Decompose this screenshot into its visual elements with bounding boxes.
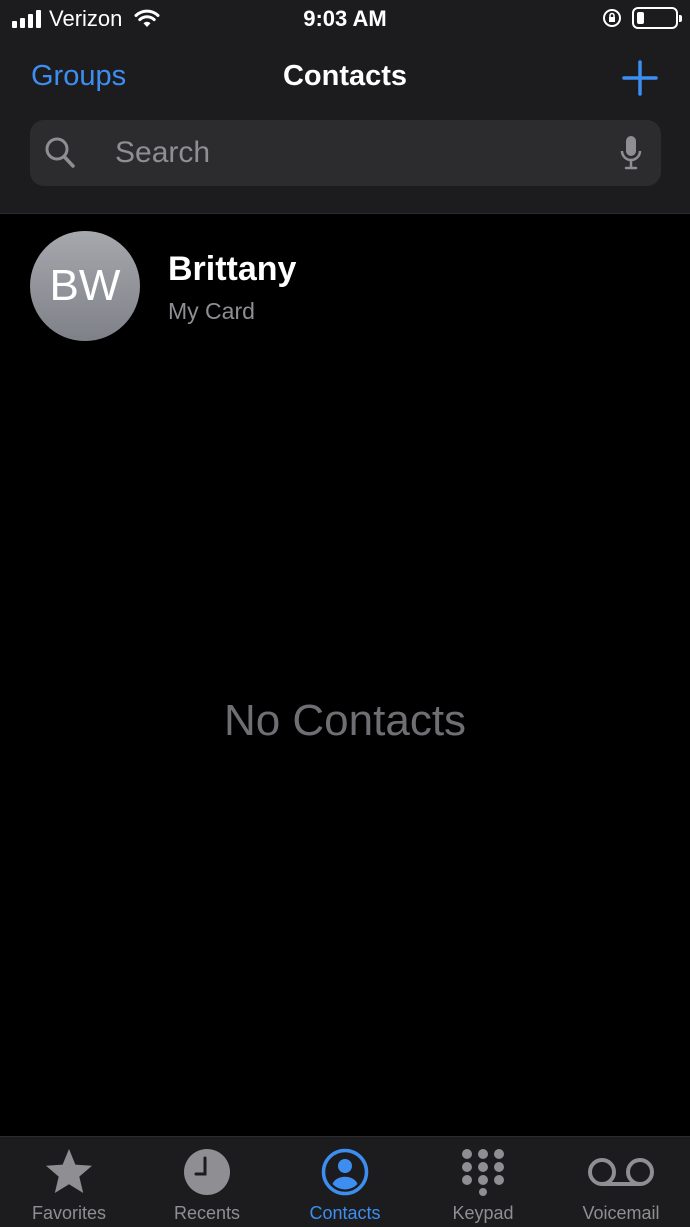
tab-recents[interactable]: Recents: [138, 1137, 276, 1227]
groups-button[interactable]: Groups: [31, 60, 126, 93]
orientation-lock-icon: [603, 9, 621, 27]
search-icon: [45, 137, 75, 168]
tab-bar: Favorites Recents Contacts Keypad Voicem…: [0, 1136, 690, 1227]
star-icon: [46, 1149, 92, 1193]
my-card-name: Brittany: [168, 250, 297, 288]
search-bar[interactable]: [30, 120, 661, 186]
clock-icon: [184, 1149, 230, 1195]
my-card-row[interactable]: BW Brittany My Card: [0, 214, 690, 359]
status-time: 9:03 AM: [303, 6, 387, 31]
tab-keypad[interactable]: Keypad: [414, 1137, 552, 1227]
tab-favorites[interactable]: Favorites: [0, 1137, 138, 1227]
my-card-label: My Card: [168, 298, 255, 324]
avatar: BW: [30, 231, 140, 341]
navigation-header: Groups Contacts: [0, 38, 690, 214]
microphone-icon[interactable]: [619, 134, 643, 172]
voicemail-icon: [588, 1158, 654, 1186]
tab-voicemail[interactable]: Voicemail: [552, 1137, 690, 1227]
plus-icon[interactable]: [620, 58, 660, 98]
keypad-icon: [462, 1149, 504, 1196]
battery-level: [637, 12, 645, 24]
person-circle-icon: [321, 1148, 369, 1196]
battery-icon: [632, 7, 682, 29]
empty-state-message: No Contacts: [223, 696, 467, 745]
tab-contacts[interactable]: Contacts: [276, 1137, 414, 1227]
status-bar: Verizon 9:03 AM: [0, 0, 690, 38]
search-input[interactable]: [115, 132, 575, 174]
